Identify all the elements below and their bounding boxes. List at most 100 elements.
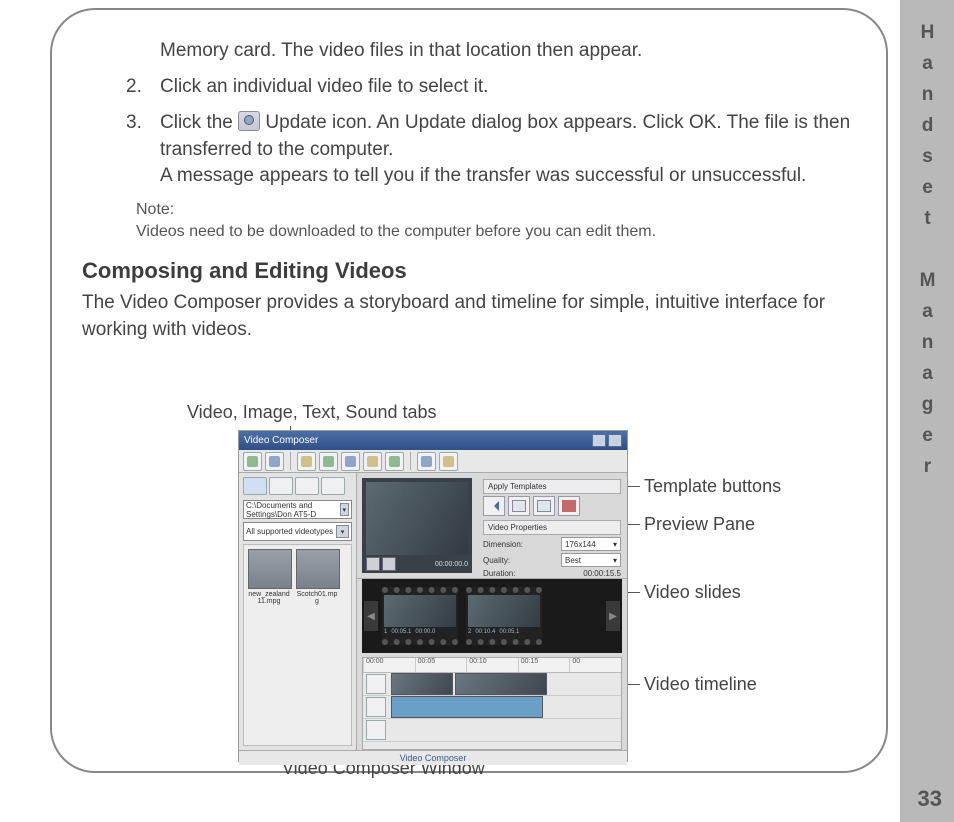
- timeline-track-video[interactable]: [363, 673, 621, 696]
- slide-image: [468, 595, 540, 627]
- toolbar-button[interactable]: [297, 452, 316, 471]
- caption-slides: Video slides: [644, 582, 741, 603]
- video-slide[interactable]: 2 00:10.4 00:05.1: [466, 587, 542, 645]
- properties-panel: Apply Templates Video Properties Dimensi…: [477, 473, 627, 578]
- ruler-tick: 00:10: [466, 658, 518, 672]
- apply-templates-label: Apply Templates: [483, 479, 621, 494]
- slides-prev-button[interactable]: ◀: [364, 601, 378, 631]
- timeline-clip[interactable]: [391, 673, 453, 695]
- close-button[interactable]: [608, 434, 622, 447]
- ruler-tick: 00:05: [415, 658, 467, 672]
- prop-dur-value: 00:00:15.5: [583, 569, 621, 578]
- chevron-down-icon: ▾: [613, 556, 617, 565]
- window-body: C:\Documents and Settings\Don AT5-D ▾ Al…: [239, 473, 627, 750]
- caption-timeline: Video timeline: [644, 674, 757, 695]
- slide-info: 1 00:05.1 00:00.0: [384, 629, 456, 639]
- text-track-icon: [366, 720, 386, 740]
- step-3-number: 3.: [126, 110, 160, 189]
- ruler-tick: 00: [569, 658, 621, 672]
- video-properties-label: Video Properties: [483, 520, 621, 535]
- template-buttons: [483, 496, 621, 516]
- main-toolbar: [239, 450, 627, 473]
- file-thumbnail[interactable]: Scotch01.mpg: [296, 549, 338, 605]
- tab-text[interactable]: [295, 477, 319, 495]
- intro-paragraph: The Video Composer provides a storyboard…: [82, 290, 856, 343]
- tab-image[interactable]: [269, 477, 293, 495]
- tab-video[interactable]: [243, 477, 267, 495]
- thumbnail-label: new_zealand11.mpg: [248, 591, 290, 605]
- step-2-text: Click an individual video file to select…: [160, 74, 856, 100]
- step-2: 2. Click an individual video file to sel…: [126, 74, 856, 100]
- quality-select[interactable]: Best▾: [561, 553, 621, 567]
- prop-dimension: Dimension: 176x144▾: [483, 537, 621, 551]
- type-combo-value: All supported videotypes: [246, 527, 333, 536]
- video-slide[interactable]: 1 00:05.1 00:00.0: [382, 587, 458, 645]
- prop-duration: Duration: 00:00:15.5: [483, 569, 621, 578]
- toolbar-button[interactable]: [363, 452, 382, 471]
- template-button[interactable]: [558, 496, 580, 516]
- step-1-text: Memory card. The video files in that loc…: [160, 38, 856, 64]
- content-frame: Memory card. The video files in that loc…: [50, 8, 888, 773]
- ruler-tick: 00:00: [363, 658, 415, 672]
- prop-quality: Quality: Best▾: [483, 553, 621, 567]
- window-title: Video Composer: [244, 435, 318, 446]
- template-button[interactable]: [508, 496, 530, 516]
- storyboard: ◀ 1 00:05.1 00:00.0 2: [362, 579, 622, 653]
- update-icon: [238, 111, 260, 131]
- window-buttons: [592, 434, 622, 447]
- separator: [410, 452, 411, 470]
- chevron-down-icon: ▾: [340, 503, 349, 516]
- preview-pane: 00:00:00.0: [362, 478, 472, 573]
- stop-button[interactable]: [382, 557, 396, 571]
- timeline-ruler: 00:00 00:05 00:10 00:15 00: [363, 658, 621, 673]
- toolbar-button[interactable]: [265, 452, 284, 471]
- video-timeline: 00:00 00:05 00:10 00:15 00: [362, 657, 622, 750]
- caption-templates: Template buttons: [644, 476, 781, 497]
- side-column: Handset Manager 33: [900, 0, 954, 822]
- note-text: Videos need to be downloaded to the comp…: [136, 221, 856, 243]
- toolbar-button[interactable]: [439, 452, 458, 471]
- left-pane: C:\Documents and Settings\Don AT5-D ▾ Al…: [239, 473, 357, 750]
- toolbar-button[interactable]: [319, 452, 338, 471]
- page-number: 33: [918, 786, 942, 812]
- thumbnail-label: Scotch01.mpg: [296, 591, 338, 605]
- toolbar-button[interactable]: [243, 452, 262, 471]
- note-label: Note:: [136, 199, 856, 221]
- thumbnail-image: [248, 549, 292, 589]
- timeline-track-audio[interactable]: [363, 696, 621, 719]
- toolbar-button[interactable]: [417, 452, 436, 471]
- minimize-button[interactable]: [592, 434, 606, 447]
- toolbar-button[interactable]: [341, 452, 360, 471]
- play-button[interactable]: [366, 557, 380, 571]
- timeline-track-text[interactable]: [363, 719, 621, 742]
- preview-image: [366, 482, 468, 555]
- window-titlebar: Video Composer: [239, 431, 627, 450]
- step-2-number: 2.: [126, 74, 160, 100]
- timeline-clip[interactable]: [455, 673, 547, 695]
- preview-time: 00:00:00.0: [435, 561, 468, 568]
- type-combo[interactable]: All supported videotypes ▾: [243, 522, 352, 541]
- thumbnail-area: new_zealand11.mpg Scotch01.mpg: [243, 544, 352, 746]
- prop-dim-label: Dimension:: [483, 540, 523, 549]
- note-block: Note: Videos need to be downloaded to th…: [136, 199, 856, 242]
- path-combo[interactable]: C:\Documents and Settings\Don AT5-D ▾: [243, 500, 352, 519]
- chevron-down-icon: ▾: [336, 525, 349, 538]
- tab-sound[interactable]: [321, 477, 345, 495]
- audio-track-icon: [366, 697, 386, 717]
- caption-preview: Preview Pane: [644, 514, 755, 535]
- timeline-clip[interactable]: [391, 696, 543, 718]
- prop-dur-label: Duration:: [483, 569, 515, 578]
- slides-next-button[interactable]: ▶: [606, 601, 620, 631]
- section-heading: Composing and Editing Videos: [82, 258, 856, 284]
- toolbar-button[interactable]: [385, 452, 404, 471]
- source-tabs: [243, 477, 352, 495]
- page: Handset Manager 33 Memory card. The vide…: [0, 0, 954, 822]
- thumbnail-image: [296, 549, 340, 589]
- template-button[interactable]: [483, 496, 505, 516]
- slide-info: 2 00:10.4 00:05.1: [468, 629, 540, 639]
- step-3-text: Click the Update icon. An Update dialog …: [160, 110, 856, 189]
- separator: [290, 452, 291, 470]
- dimension-select[interactable]: 176x144▾: [561, 537, 621, 551]
- template-button[interactable]: [533, 496, 555, 516]
- file-thumbnail[interactable]: new_zealand11.mpg: [248, 549, 290, 605]
